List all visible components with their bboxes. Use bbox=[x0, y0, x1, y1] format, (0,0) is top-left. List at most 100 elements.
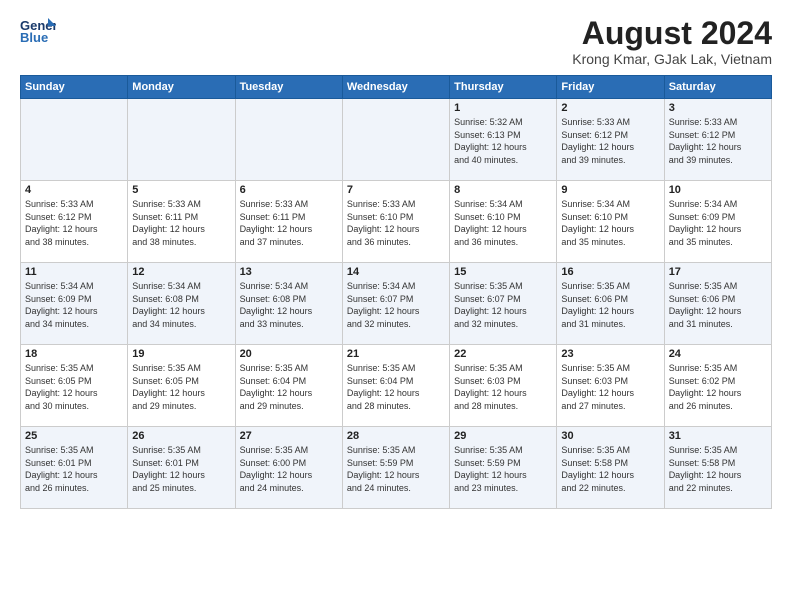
calendar-title: August 2024 bbox=[572, 16, 772, 51]
day-info: Sunrise: 5:35 AM Sunset: 6:04 PM Dayligh… bbox=[347, 362, 445, 412]
day-number: 22 bbox=[454, 348, 552, 360]
week-row-5: 25 Sunrise: 5:35 AM Sunset: 6:01 PM Dayli… bbox=[21, 427, 772, 509]
day-info: Sunrise: 5:34 AM Sunset: 6:09 PM Dayligh… bbox=[669, 198, 767, 248]
day-info: Sunrise: 5:34 AM Sunset: 6:10 PM Dayligh… bbox=[561, 198, 659, 248]
day-info: Sunrise: 5:33 AM Sunset: 6:11 PM Dayligh… bbox=[240, 198, 338, 248]
calendar-cell: 5 Sunrise: 5:33 AM Sunset: 6:11 PM Daylig… bbox=[128, 181, 235, 263]
day-info: Sunrise: 5:35 AM Sunset: 6:01 PM Dayligh… bbox=[132, 444, 230, 494]
day-number: 17 bbox=[669, 266, 767, 278]
day-info: Sunrise: 5:33 AM Sunset: 6:12 PM Dayligh… bbox=[561, 116, 659, 166]
week-row-4: 18 Sunrise: 5:35 AM Sunset: 6:05 PM Dayli… bbox=[21, 345, 772, 427]
weekday-sunday: Sunday bbox=[21, 76, 128, 99]
day-number: 26 bbox=[132, 430, 230, 442]
calendar-cell: 22 Sunrise: 5:35 AM Sunset: 6:03 PM Dayli… bbox=[450, 345, 557, 427]
calendar-cell: 18 Sunrise: 5:35 AM Sunset: 6:05 PM Dayli… bbox=[21, 345, 128, 427]
weekday-wednesday: Wednesday bbox=[342, 76, 449, 99]
day-info: Sunrise: 5:35 AM Sunset: 6:03 PM Dayligh… bbox=[454, 362, 552, 412]
day-number: 16 bbox=[561, 266, 659, 278]
day-number: 6 bbox=[240, 184, 338, 196]
day-info: Sunrise: 5:35 AM Sunset: 6:05 PM Dayligh… bbox=[132, 362, 230, 412]
calendar-cell: 14 Sunrise: 5:34 AM Sunset: 6:07 PM Dayli… bbox=[342, 263, 449, 345]
day-info: Sunrise: 5:33 AM Sunset: 6:11 PM Dayligh… bbox=[132, 198, 230, 248]
day-number: 2 bbox=[561, 102, 659, 114]
day-info: Sunrise: 5:35 AM Sunset: 6:07 PM Dayligh… bbox=[454, 280, 552, 330]
day-info: Sunrise: 5:34 AM Sunset: 6:07 PM Dayligh… bbox=[347, 280, 445, 330]
calendar-cell: 29Sunrise: 5:35 AM Sunset: 5:59 PM Dayli… bbox=[450, 427, 557, 509]
calendar-cell: 8 Sunrise: 5:34 AM Sunset: 6:10 PM Daylig… bbox=[450, 181, 557, 263]
day-number: 5 bbox=[132, 184, 230, 196]
calendar-cell: 7 Sunrise: 5:33 AM Sunset: 6:10 PM Daylig… bbox=[342, 181, 449, 263]
calendar-cell: 24Sunrise: 5:35 AM Sunset: 6:02 PM Dayli… bbox=[664, 345, 771, 427]
calendar-cell bbox=[235, 99, 342, 181]
calendar-cell: 28Sunrise: 5:35 AM Sunset: 5:59 PM Dayli… bbox=[342, 427, 449, 509]
day-info: Sunrise: 5:33 AM Sunset: 6:10 PM Dayligh… bbox=[347, 198, 445, 248]
calendar-cell: 31Sunrise: 5:35 AM Sunset: 5:58 PM Dayli… bbox=[664, 427, 771, 509]
page: General Blue August 2024 Krong Kmar, GJa… bbox=[0, 0, 792, 612]
calendar-cell: 6 Sunrise: 5:33 AM Sunset: 6:11 PM Daylig… bbox=[235, 181, 342, 263]
day-info: Sunrise: 5:35 AM Sunset: 6:02 PM Dayligh… bbox=[669, 362, 767, 412]
calendar-cell: 1 Sunrise: 5:32 AM Sunset: 6:13 PM Daylig… bbox=[450, 99, 557, 181]
calendar-cell: 27Sunrise: 5:35 AM Sunset: 6:00 PM Dayli… bbox=[235, 427, 342, 509]
day-info: Sunrise: 5:34 AM Sunset: 6:08 PM Dayligh… bbox=[240, 280, 338, 330]
calendar-cell bbox=[21, 99, 128, 181]
calendar-cell: 11 Sunrise: 5:34 AM Sunset: 6:09 PM Dayli… bbox=[21, 263, 128, 345]
calendar-subtitle: Krong Kmar, GJak Lak, Vietnam bbox=[572, 51, 772, 67]
day-number: 9 bbox=[561, 184, 659, 196]
day-number: 4 bbox=[25, 184, 123, 196]
day-info: Sunrise: 5:34 AM Sunset: 6:08 PM Dayligh… bbox=[132, 280, 230, 330]
calendar-cell: 26 Sunrise: 5:35 AM Sunset: 6:01 PM Dayli… bbox=[128, 427, 235, 509]
weekday-tuesday: Tuesday bbox=[235, 76, 342, 99]
weekday-friday: Friday bbox=[557, 76, 664, 99]
day-info: Sunrise: 5:35 AM Sunset: 6:01 PM Dayligh… bbox=[25, 444, 123, 494]
calendar-cell bbox=[342, 99, 449, 181]
day-number: 12 bbox=[132, 266, 230, 278]
day-info: Sunrise: 5:32 AM Sunset: 6:13 PM Dayligh… bbox=[454, 116, 552, 166]
day-number: 31 bbox=[669, 430, 767, 442]
calendar-cell: 4 Sunrise: 5:33 AM Sunset: 6:12 PM Daylig… bbox=[21, 181, 128, 263]
day-number: 25 bbox=[25, 430, 123, 442]
logo: General Blue bbox=[20, 16, 56, 46]
weekday-header-row: SundayMondayTuesdayWednesdayThursdayFrid… bbox=[21, 76, 772, 99]
calendar-cell: 3 Sunrise: 5:33 AM Sunset: 6:12 PM Daylig… bbox=[664, 99, 771, 181]
day-number: 3 bbox=[669, 102, 767, 114]
day-number: 7 bbox=[347, 184, 445, 196]
calendar-cell: 15Sunrise: 5:35 AM Sunset: 6:07 PM Dayli… bbox=[450, 263, 557, 345]
calendar-cell: 13Sunrise: 5:34 AM Sunset: 6:08 PM Dayli… bbox=[235, 263, 342, 345]
calendar-cell bbox=[128, 99, 235, 181]
calendar-cell: 12 Sunrise: 5:34 AM Sunset: 6:08 PM Dayli… bbox=[128, 263, 235, 345]
day-number: 19 bbox=[132, 348, 230, 360]
day-info: Sunrise: 5:35 AM Sunset: 6:06 PM Dayligh… bbox=[561, 280, 659, 330]
day-number: 1 bbox=[454, 102, 552, 114]
title-block: August 2024 Krong Kmar, GJak Lak, Vietna… bbox=[572, 16, 772, 67]
calendar-cell: 16 Sunrise: 5:35 AM Sunset: 6:06 PM Dayli… bbox=[557, 263, 664, 345]
calendar-cell: 21 Sunrise: 5:35 AM Sunset: 6:04 PM Dayli… bbox=[342, 345, 449, 427]
calendar-cell: 23Sunrise: 5:35 AM Sunset: 6:03 PM Dayli… bbox=[557, 345, 664, 427]
day-number: 8 bbox=[454, 184, 552, 196]
day-info: Sunrise: 5:34 AM Sunset: 6:09 PM Dayligh… bbox=[25, 280, 123, 330]
day-info: Sunrise: 5:35 AM Sunset: 6:06 PM Dayligh… bbox=[669, 280, 767, 330]
weekday-saturday: Saturday bbox=[664, 76, 771, 99]
day-number: 11 bbox=[25, 266, 123, 278]
day-info: Sunrise: 5:35 AM Sunset: 6:05 PM Dayligh… bbox=[25, 362, 123, 412]
svg-text:Blue: Blue bbox=[20, 30, 48, 45]
day-info: Sunrise: 5:35 AM Sunset: 6:00 PM Dayligh… bbox=[240, 444, 338, 494]
weekday-thursday: Thursday bbox=[450, 76, 557, 99]
day-info: Sunrise: 5:35 AM Sunset: 6:04 PM Dayligh… bbox=[240, 362, 338, 412]
calendar-cell: 30 Sunrise: 5:35 AM Sunset: 5:58 PM Dayli… bbox=[557, 427, 664, 509]
day-number: 20 bbox=[240, 348, 338, 360]
day-number: 14 bbox=[347, 266, 445, 278]
day-info: Sunrise: 5:34 AM Sunset: 6:10 PM Dayligh… bbox=[454, 198, 552, 248]
day-number: 21 bbox=[347, 348, 445, 360]
calendar-cell: 17 Sunrise: 5:35 AM Sunset: 6:06 PM Dayli… bbox=[664, 263, 771, 345]
day-number: 18 bbox=[25, 348, 123, 360]
day-info: Sunrise: 5:35 AM Sunset: 5:59 PM Dayligh… bbox=[454, 444, 552, 494]
logo-icon: General Blue bbox=[20, 16, 56, 46]
calendar-cell: 2 Sunrise: 5:33 AM Sunset: 6:12 PM Daylig… bbox=[557, 99, 664, 181]
calendar-cell: 9 Sunrise: 5:34 AM Sunset: 6:10 PM Daylig… bbox=[557, 181, 664, 263]
day-number: 30 bbox=[561, 430, 659, 442]
weekday-monday: Monday bbox=[128, 76, 235, 99]
day-info: Sunrise: 5:35 AM Sunset: 5:58 PM Dayligh… bbox=[561, 444, 659, 494]
day-info: Sunrise: 5:33 AM Sunset: 6:12 PM Dayligh… bbox=[669, 116, 767, 166]
day-info: Sunrise: 5:33 AM Sunset: 6:12 PM Dayligh… bbox=[25, 198, 123, 248]
calendar-table: SundayMondayTuesdayWednesdayThursdayFrid… bbox=[20, 75, 772, 509]
